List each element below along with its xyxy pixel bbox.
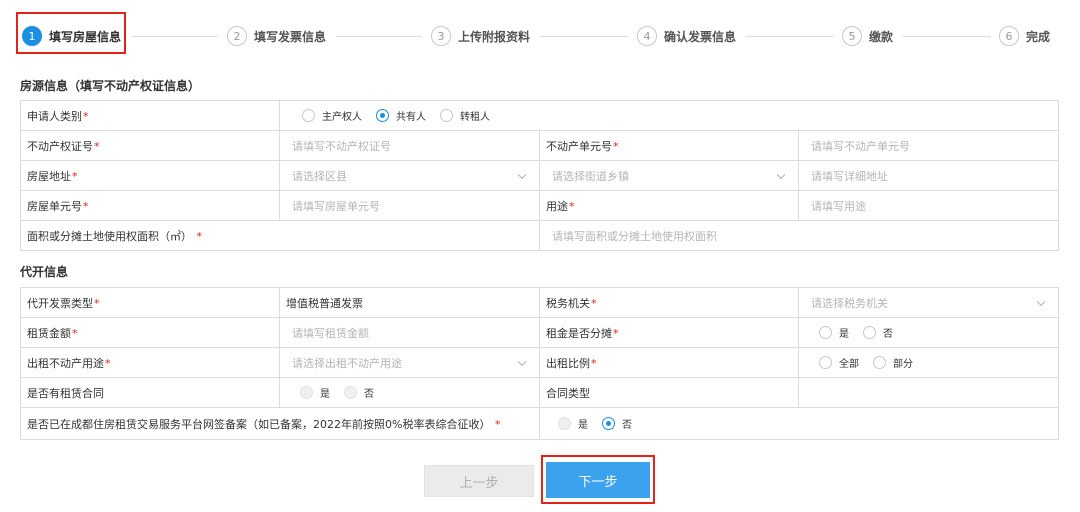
chevron-down-icon — [517, 357, 527, 366]
step-5-number: 5 — [842, 26, 862, 46]
step-3-number: 3 — [431, 26, 451, 46]
step-1-number: 1 — [22, 26, 42, 46]
step-2-label: 填写发票信息 — [254, 29, 327, 44]
rent-ratio-label: 出租比例* — [539, 347, 799, 378]
rent-purpose-label: 出租不动产用途* — [20, 347, 280, 378]
table-row: 租赁金额* 请填写租赁金额 租金是否分摊* 是 否 — [20, 317, 1059, 348]
invoice-section-title: 代开信息 — [20, 265, 69, 279]
rent-purpose-select[interactable]: 请选择出租不动产用途 — [279, 347, 540, 378]
applicant-owner-radio[interactable]: 主产权人 — [302, 108, 362, 123]
filed-field: 是 否 — [539, 407, 1059, 440]
area-input[interactable]: 请填写面积或分摊土地使用权面积 — [538, 220, 1060, 251]
has-contract-field: 是 否 — [279, 377, 540, 408]
tax-office-select[interactable]: 请选择税务机关 — [798, 287, 1059, 318]
has-contract-yes-radio[interactable]: 是 — [300, 385, 330, 400]
unit-no-label: 不动产单元号* — [539, 130, 799, 161]
table-row: 出租不动产用途* 请选择出租不动产用途 出租比例* 全部 部分 — [20, 347, 1059, 378]
step-6-label: 完成 — [1026, 29, 1051, 44]
rent-shared-label: 租金是否分摊* — [539, 317, 799, 348]
unit-no-input[interactable]: 请填写不动产单元号 — [797, 130, 1060, 161]
rent-ratio-field: 全部 部分 — [798, 347, 1059, 378]
step-connector — [903, 36, 991, 37]
step-5-label: 缴款 — [869, 29, 894, 44]
rent-shared-no-radio[interactable]: 否 — [863, 325, 893, 340]
house-info-table: 申请人类别* 主产权人 共有人 转租人 不动产权证号* 请填写不动产权证号 不动… — [20, 100, 1060, 251]
rent-ratio-partial-radio[interactable]: 部分 — [873, 355, 913, 370]
rent-shared-yes-radio[interactable]: 是 — [819, 325, 849, 340]
step-connector — [540, 36, 628, 37]
step-4-label: 确认发票信息 — [664, 29, 737, 44]
step-1: 1 填写房屋信息 — [22, 24, 121, 48]
step-connector — [336, 36, 422, 37]
step-connector — [746, 36, 834, 37]
table-row: 面积或分摊土地使用权面积（㎡） * 请填写面积或分摊土地使用权面积 — [20, 220, 1060, 251]
filed-yes-radio[interactable]: 是 — [558, 416, 588, 431]
cert-no-label: 不动产权证号* — [20, 130, 280, 161]
invoice-type-value: 增值税普通发票 — [279, 287, 540, 318]
step-2: 2 填写发票信息 — [227, 24, 326, 48]
invoice-info-table: 代开发票类型* 增值税普通发票 税务机关* 请选择税务机关 租赁金额* 请填写租… — [20, 287, 1059, 440]
usage-label: 用途* — [539, 190, 799, 221]
has-contract-no-radio[interactable]: 否 — [344, 385, 374, 400]
applicant-type-field: 主产权人 共有人 转租人 — [278, 100, 1060, 131]
prev-step-button[interactable]: 上一步 — [424, 465, 534, 497]
table-row: 代开发票类型* 增值税普通发票 税务机关* 请选择税务机关 — [20, 287, 1059, 318]
table-row: 是否有租赁合同 是 否 合同类型 — [20, 377, 1059, 408]
step-6: 6 完成 — [999, 24, 1050, 48]
rent-shared-field: 是 否 — [798, 317, 1059, 348]
rent-ratio-all-radio[interactable]: 全部 — [819, 355, 859, 370]
usage-input[interactable]: 请填写用途 — [797, 190, 1060, 221]
next-step-button[interactable]: 下一步 — [546, 462, 650, 498]
chevron-down-icon — [1036, 297, 1046, 306]
step-1-label: 填写房屋信息 — [49, 29, 122, 44]
chevron-down-icon — [776, 170, 786, 179]
step-2-number: 2 — [227, 26, 247, 46]
contract-type-label: 合同类型 — [539, 377, 799, 408]
applicant-type-label: 申请人类别* — [20, 100, 280, 131]
district-select[interactable]: 请选择区县 — [279, 160, 540, 191]
filed-label: 是否已在成都住房租赁交易服务平台网签备案（如已备案，2022年前按照0%税率表综… — [20, 407, 540, 440]
room-no-input[interactable]: 请填写房屋单元号 — [279, 190, 540, 221]
step-5: 5 缴款 — [842, 24, 893, 48]
area-label: 面积或分摊土地使用权面积（㎡） * — [20, 220, 540, 251]
house-section-title: 房源信息（填写不动产权证信息） — [20, 79, 201, 93]
tax-office-label: 税务机关* — [539, 287, 799, 318]
table-row: 申请人类别* 主产权人 共有人 转租人 — [20, 100, 1060, 131]
has-contract-label: 是否有租赁合同 — [20, 377, 280, 408]
table-row: 房屋单元号* 请填写房屋单元号 用途* 请填写用途 — [20, 190, 1060, 221]
step-connector — [132, 36, 218, 37]
filed-no-radio[interactable]: 否 — [602, 416, 632, 431]
applicant-sublessor-radio[interactable]: 转租人 — [440, 108, 490, 123]
contract-type-field — [798, 377, 1059, 408]
table-row: 不动产权证号* 请填写不动产权证号 不动产单元号* 请填写不动产单元号 — [20, 130, 1060, 161]
step-3-label: 上传附报资料 — [458, 29, 531, 44]
step-3: 3 上传附报资料 — [431, 24, 530, 48]
room-no-label: 房屋单元号* — [20, 190, 280, 221]
address-label: 房屋地址* — [20, 160, 280, 191]
street-select[interactable]: 请选择街道乡镇 — [539, 160, 799, 191]
table-row: 是否已在成都住房租赁交易服务平台网签备案（如已备案，2022年前按照0%税率表综… — [20, 407, 1059, 440]
step-progress-bar: 1 填写房屋信息 2 填写发票信息 3 上传附报资料 4 确认发票信息 5 缴款… — [0, 0, 1080, 70]
table-row: 房屋地址* 请选择区县 请选择街道乡镇 请填写详细地址 — [20, 160, 1060, 191]
chevron-down-icon — [517, 170, 527, 179]
address-detail-input[interactable]: 请填写详细地址 — [797, 160, 1060, 191]
rent-amount-label: 租赁金额* — [20, 317, 280, 348]
step-4-number: 4 — [637, 26, 657, 46]
cert-no-input[interactable]: 请填写不动产权证号 — [279, 130, 540, 161]
rent-amount-input[interactable]: 请填写租赁金额 — [279, 317, 540, 348]
step-6-number: 6 — [999, 26, 1019, 46]
invoice-type-label: 代开发票类型* — [20, 287, 280, 318]
step-4: 4 确认发票信息 — [637, 24, 736, 48]
applicant-coowner-radio[interactable]: 共有人 — [376, 108, 426, 123]
